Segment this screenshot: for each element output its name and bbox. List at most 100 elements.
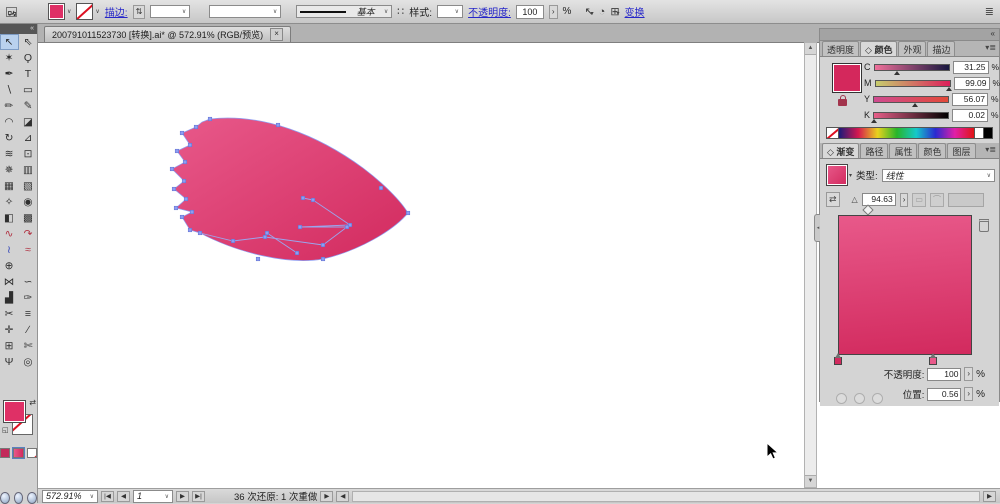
scroll-up-icon[interactable]: ▲ xyxy=(805,43,816,55)
panel-tab[interactable]: 路径 xyxy=(860,143,888,158)
prev-artboard-button[interactable]: ◀ xyxy=(117,491,130,502)
zoom-tool[interactable]: ◎ xyxy=(19,354,38,370)
paintbrush-tool[interactable]: ✏ xyxy=(0,98,19,114)
scissors-tool[interactable]: ✂ xyxy=(0,306,19,322)
panel-menu-icon[interactable]: ▾≣ xyxy=(985,43,996,52)
anchor-point[interactable] xyxy=(170,167,174,171)
C-slider-track[interactable] xyxy=(874,64,950,71)
normal-screen-mode-button[interactable] xyxy=(0,492,10,504)
panel-tab[interactable]: ◇ 颜色 xyxy=(860,41,897,56)
horizontal-scrollbar[interactable] xyxy=(352,491,980,502)
panel-grip[interactable] xyxy=(836,393,847,404)
graph-tool[interactable]: ▟ xyxy=(0,290,19,306)
gradient-stop[interactable] xyxy=(929,357,937,365)
panel-tab[interactable]: 透明度 xyxy=(822,41,859,56)
polar-grid-tool[interactable]: ≀ xyxy=(0,242,19,258)
anchor-point[interactable] xyxy=(190,210,194,214)
toolbar-collapse-icon[interactable]: « xyxy=(0,24,37,34)
anchor-point[interactable] xyxy=(184,197,188,201)
gradient-preview[interactable] xyxy=(838,215,972,355)
lasso-tool[interactable]: Ϙ xyxy=(19,50,38,66)
delete-stop-icon[interactable] xyxy=(979,219,989,232)
hand-tool[interactable]: Ψ xyxy=(0,354,19,370)
anchor-point[interactable] xyxy=(298,225,302,229)
slider-pointer-icon[interactable] xyxy=(946,87,952,91)
last-artboard-button[interactable]: ▶| xyxy=(192,491,205,502)
close-document-icon[interactable]: × xyxy=(270,28,283,41)
angle-stepper[interactable]: › xyxy=(900,193,909,207)
transform-link[interactable]: 变换 xyxy=(625,4,645,19)
magic-wand-tool[interactable]: ✶ xyxy=(0,50,19,66)
scallop-tool[interactable]: ∿ xyxy=(0,226,19,242)
anchor-point[interactable] xyxy=(175,149,179,153)
column-graph-tool[interactable]: ▥ xyxy=(19,162,38,178)
stop-opacity-input[interactable]: 100 xyxy=(927,368,961,381)
panel-menu-icon[interactable]: ▾≣ xyxy=(985,145,996,154)
anchor-point[interactable] xyxy=(172,187,176,191)
scroll-down-icon[interactable]: ▼ xyxy=(805,475,816,487)
default-fill-stroke-icon[interactable]: ◱ xyxy=(2,426,9,434)
brush-definition-select[interactable]: 基本∨ xyxy=(296,5,392,18)
flare-tool[interactable]: ≈ xyxy=(19,242,38,258)
dashed-selection-icon[interactable]: ∷ xyxy=(397,5,404,18)
fullscreen-mode-button[interactable] xyxy=(27,492,37,504)
K-value-input[interactable]: 0.02 xyxy=(952,109,988,122)
black-swatch[interactable] xyxy=(984,127,993,139)
stroke-weight-select[interactable]: ∨ xyxy=(150,5,190,18)
white-swatch[interactable] xyxy=(975,127,984,139)
C-value-input[interactable]: 31.25 xyxy=(953,61,989,74)
type-tool[interactable]: T xyxy=(19,66,38,82)
anchor-point[interactable] xyxy=(188,143,192,147)
free-transform-tool[interactable]: ⊡ xyxy=(19,146,38,162)
panel-tab[interactable]: 属性 xyxy=(889,143,917,158)
next-artboard-button[interactable]: ▶ xyxy=(176,491,189,502)
anchor-point[interactable] xyxy=(174,206,178,210)
stroke-chevron-down-icon[interactable]: ∨ xyxy=(95,8,99,15)
width-profile-select[interactable]: ∨ xyxy=(209,5,281,18)
artwork-shape[interactable] xyxy=(172,118,408,261)
reshape-tool[interactable]: ⋈ xyxy=(0,274,19,290)
panel-grip[interactable] xyxy=(872,393,883,404)
document-tab[interactable]: 200791011523730 [转换].ai* @ 572.91% (RGB/… xyxy=(44,26,291,42)
anchor-point[interactable] xyxy=(188,228,192,232)
anchor-point[interactable] xyxy=(256,257,260,261)
fill-proxy-swatch[interactable] xyxy=(3,400,26,423)
M-slider-track[interactable] xyxy=(875,80,951,87)
gradient-mode-button[interactable] xyxy=(13,448,23,458)
symbol-sprayer-tool[interactable]: ✵ xyxy=(0,162,19,178)
select-similar-icon[interactable]: ↖▾ xyxy=(584,5,593,18)
opacity-stepper[interactable]: › xyxy=(549,5,558,19)
anchor-point[interactable] xyxy=(345,225,349,229)
anchor-point[interactable] xyxy=(406,211,410,215)
M-value-input[interactable]: 99.09 xyxy=(954,77,990,90)
globe-tool[interactable]: ⊕ xyxy=(0,258,19,274)
eraser-tool[interactable]: ◪ xyxy=(19,114,38,130)
slider-pointer-icon[interactable] xyxy=(894,71,900,75)
panel-grip[interactable] xyxy=(854,393,865,404)
stop-location-input[interactable]: 0.56 xyxy=(927,388,961,401)
stop-opacity-stepper[interactable]: › xyxy=(964,367,973,381)
hscroll-right-icon[interactable]: ▶ xyxy=(983,491,996,502)
blend-tool[interactable]: ◉ xyxy=(19,194,38,210)
panel-tab[interactable]: ◇ 渐变 xyxy=(822,143,859,158)
Y-slider-track[interactable] xyxy=(873,96,949,103)
Y-value-input[interactable]: 56.07 xyxy=(952,93,988,106)
none-mode-button[interactable] xyxy=(27,448,37,458)
slice-tool[interactable]: ✄ xyxy=(19,338,38,354)
anchor-point[interactable] xyxy=(301,196,305,200)
align-tool[interactable]: ≡ xyxy=(19,306,38,322)
none-color-swatch[interactable] xyxy=(826,127,839,139)
panel-tab[interactable]: 颜色 xyxy=(918,143,946,158)
anchor-point[interactable] xyxy=(208,117,212,121)
direct-selection-tool[interactable]: ⇖ xyxy=(19,34,38,50)
color-spectrum-bar[interactable] xyxy=(839,127,975,139)
slider-pointer-icon[interactable] xyxy=(912,103,918,107)
anchor-point[interactable] xyxy=(180,215,184,219)
anchor-point[interactable] xyxy=(194,125,198,129)
anchor-point[interactable] xyxy=(276,123,280,127)
stop-location-stepper[interactable]: › xyxy=(964,387,973,401)
arc-tool[interactable]: ↷ xyxy=(19,226,38,242)
first-artboard-button[interactable]: |◀ xyxy=(101,491,114,502)
scale-tool[interactable]: ⊿ xyxy=(19,130,38,146)
anchor-point[interactable] xyxy=(182,179,186,183)
